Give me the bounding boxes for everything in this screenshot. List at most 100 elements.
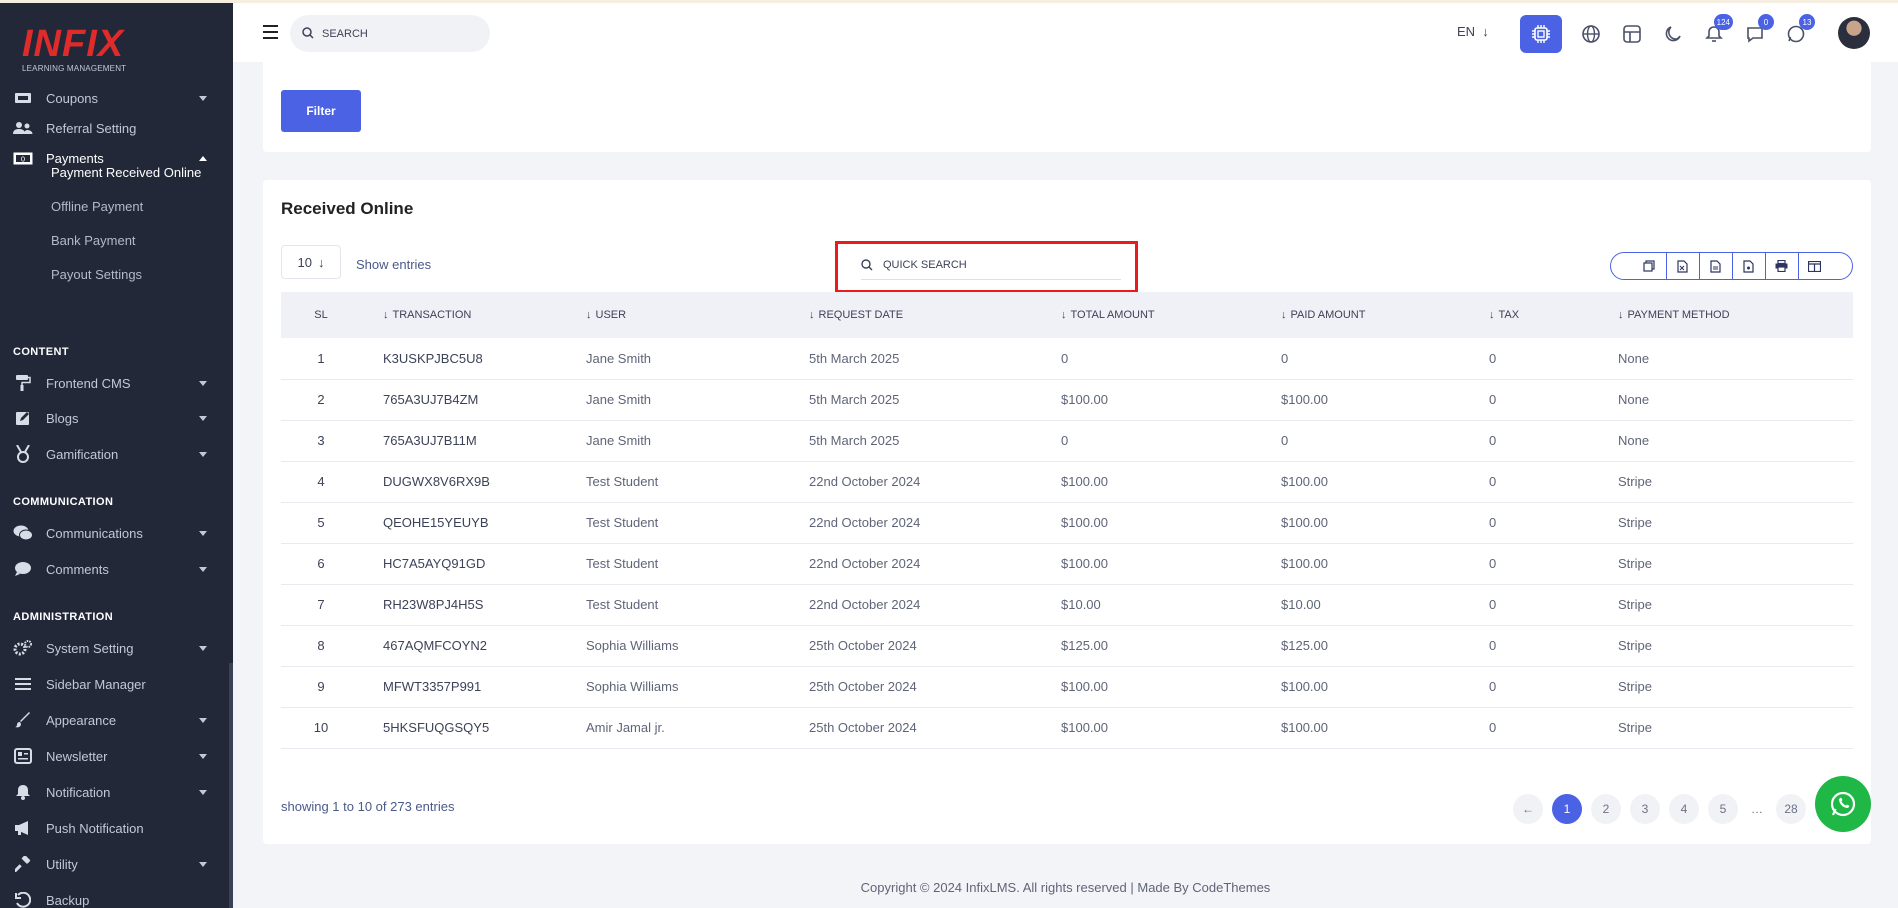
table-header-row: SL ↓ TRANSACTION ↓ USER ↓ REQUEST DATE ↓ TOT… [281, 292, 1853, 338]
pdf-icon[interactable] [1731, 253, 1765, 279]
page-button-4[interactable]: 4 [1669, 794, 1699, 824]
chevron-down-icon [199, 451, 207, 457]
comment-icon [12, 561, 34, 577]
sidebar-item-gamification[interactable]: Gamification [0, 439, 229, 469]
edit-icon [12, 410, 34, 426]
whatsapp-header-icon[interactable]: 13 [1781, 14, 1815, 49]
cell-paid-amount: 0 [1281, 350, 1289, 366]
bell-icon[interactable]: 124 [1699, 14, 1733, 49]
sidebar-item-comments[interactable]: Comments [0, 554, 229, 584]
globe-icon[interactable] [1576, 19, 1606, 49]
cell-sl: 1 [317, 350, 325, 366]
hammer-icon [12, 856, 34, 872]
logo[interactable]: INFIX LEARNING MANAGEMENT [22, 25, 126, 73]
column-header-label: SL [314, 309, 328, 321]
filter-button[interactable]: Filter [281, 90, 361, 132]
sidebar-item-referral-setting[interactable]: Referral Setting [0, 113, 229, 143]
cell-sl: 10 [313, 720, 329, 735]
chevron-down-icon [199, 645, 207, 651]
column-header-payment-method[interactable]: ↓ PAYMENT METHOD [1615, 292, 1853, 338]
sidebar-item-newsletter[interactable]: Newsletter [0, 741, 229, 771]
sidebar-item-blogs[interactable]: Blogs [0, 403, 229, 433]
sidebar-subitem-payout-settings[interactable]: Payout Settings [51, 267, 142, 282]
search-icon [302, 24, 314, 43]
sidebar-scrollbar[interactable] [229, 663, 233, 908]
page-ellipsis: … [1751, 802, 1763, 816]
svg-text:0: 0 [21, 155, 25, 163]
page-button-28[interactable]: 28 [1776, 794, 1806, 824]
quick-search[interactable] [861, 251, 1121, 280]
sidebar-subitem-bank-payment[interactable]: Bank Payment [51, 233, 136, 248]
column-header-total-amount[interactable]: ↓ TOTAL AMOUNT [1058, 292, 1278, 338]
chevron-down-icon [199, 95, 207, 101]
cell-user: Test Student [586, 474, 659, 489]
sidebar-subitem-payment-received-online[interactable]: Payment Received Online [51, 165, 201, 180]
cell-paid-amount: $100.00 [1281, 392, 1328, 407]
cell-user: Jane Smith [586, 433, 652, 448]
chip-icon[interactable] [1520, 15, 1562, 53]
cell-total-amount: 0 [1061, 350, 1069, 366]
avatar[interactable] [1838, 17, 1870, 49]
prev-page-icon[interactable]: ← [1513, 794, 1543, 824]
sidebar-item-system-setting[interactable]: System Setting [0, 633, 229, 663]
language-selector[interactable]: EN ↓ [1457, 24, 1489, 39]
sidebar-item-utility[interactable]: Utility [0, 849, 229, 879]
sidebar-item-coupons[interactable]: Coupons [0, 83, 229, 113]
layout-icon[interactable] [1617, 19, 1647, 49]
whatsapp-chat-button[interactable] [1815, 776, 1871, 832]
cell-user: Sophia Williams [586, 679, 679, 694]
column-header-paid-amount[interactable]: ↓ PAID AMOUNT [1278, 292, 1486, 338]
sidebar-item-label: Notification [46, 784, 111, 800]
sidebar-item-push-notification[interactable]: Push Notification [0, 813, 229, 843]
cell-user: Test Student [586, 556, 659, 571]
cell-request-date: 22nd October 2024 [809, 515, 921, 530]
chevron-down-icon [199, 717, 207, 723]
column-header-request-date[interactable]: ↓ REQUEST DATE [806, 292, 1058, 338]
page-button-2[interactable]: 2 [1591, 794, 1621, 824]
copy-icon[interactable] [1633, 253, 1666, 279]
sidebar-subitem-offline-payment[interactable]: Offline Payment [51, 199, 143, 214]
menu-toggle-icon[interactable] [263, 25, 278, 43]
sidebar-item-appearance[interactable]: Appearance [0, 705, 229, 735]
sidebar-item-communications[interactable]: Communications [0, 518, 229, 548]
table-row: 9 MFWT3357P991 Sophia Williams 25th October… [281, 666, 1853, 707]
excel-icon[interactable] [1665, 253, 1699, 279]
cell-request-date: 25th October 2024 [809, 679, 917, 694]
cell-tax: 0 [1489, 679, 1497, 694]
sidebar-item-sidebar-manager[interactable]: Sidebar Manager [0, 669, 229, 699]
sidebar-item-backup[interactable]: Backup [0, 885, 229, 908]
page-button-5[interactable]: 5 [1708, 794, 1738, 824]
cell-paid-amount: $10.00 [1281, 597, 1321, 612]
column-header-sl[interactable]: SL [281, 292, 361, 338]
page-button-1[interactable]: 1 [1552, 794, 1582, 824]
whatsapp-icon [1830, 791, 1856, 817]
sidebar-item-label: Utility [46, 856, 78, 872]
quick-search-input[interactable] [883, 259, 1103, 271]
cell-user: Test Student [586, 515, 659, 530]
columns-icon[interactable] [1797, 253, 1831, 279]
moon-icon[interactable] [1658, 19, 1688, 49]
sidebar-item-notification[interactable]: Notification [0, 777, 229, 807]
sidebar-item-frontend-cms[interactable]: Frontend CMS [0, 368, 229, 398]
search-input[interactable] [322, 27, 472, 40]
column-header-user[interactable]: ↓ USER [583, 292, 806, 338]
column-header-transaction[interactable]: ↓ TRANSACTION [361, 292, 583, 338]
global-search[interactable] [290, 15, 490, 52]
cell-sl: 7 [317, 597, 325, 612]
sort-arrow-icon: ↓ [1061, 309, 1067, 321]
cell-tax: 0 [1489, 350, 1497, 366]
logo-text: INFIX [22, 23, 125, 65]
entries-per-page-select[interactable]: 10 ↓ [281, 245, 341, 279]
print-icon[interactable] [1764, 253, 1798, 279]
cell-user: Amir Jamal jr. [586, 720, 665, 735]
cell-total-amount: $100.00 [1061, 474, 1108, 489]
chevron-down-icon [199, 415, 207, 421]
csv-icon[interactable] [1698, 253, 1732, 279]
message-icon[interactable]: 0 [1740, 14, 1774, 49]
cell-tax: 0 [1489, 597, 1497, 612]
table-row: 2 765A3UJ7B4ZM Jane Smith 5th March 2025 $10… [281, 379, 1853, 420]
column-header-tax[interactable]: ↓ TAX [1486, 292, 1615, 338]
page-button-3[interactable]: 3 [1630, 794, 1660, 824]
sidebar-item-label: Backup [46, 892, 90, 908]
table-row: 7 RH23W8PJ4H5S Test Student 22nd October 20… [281, 584, 1853, 625]
